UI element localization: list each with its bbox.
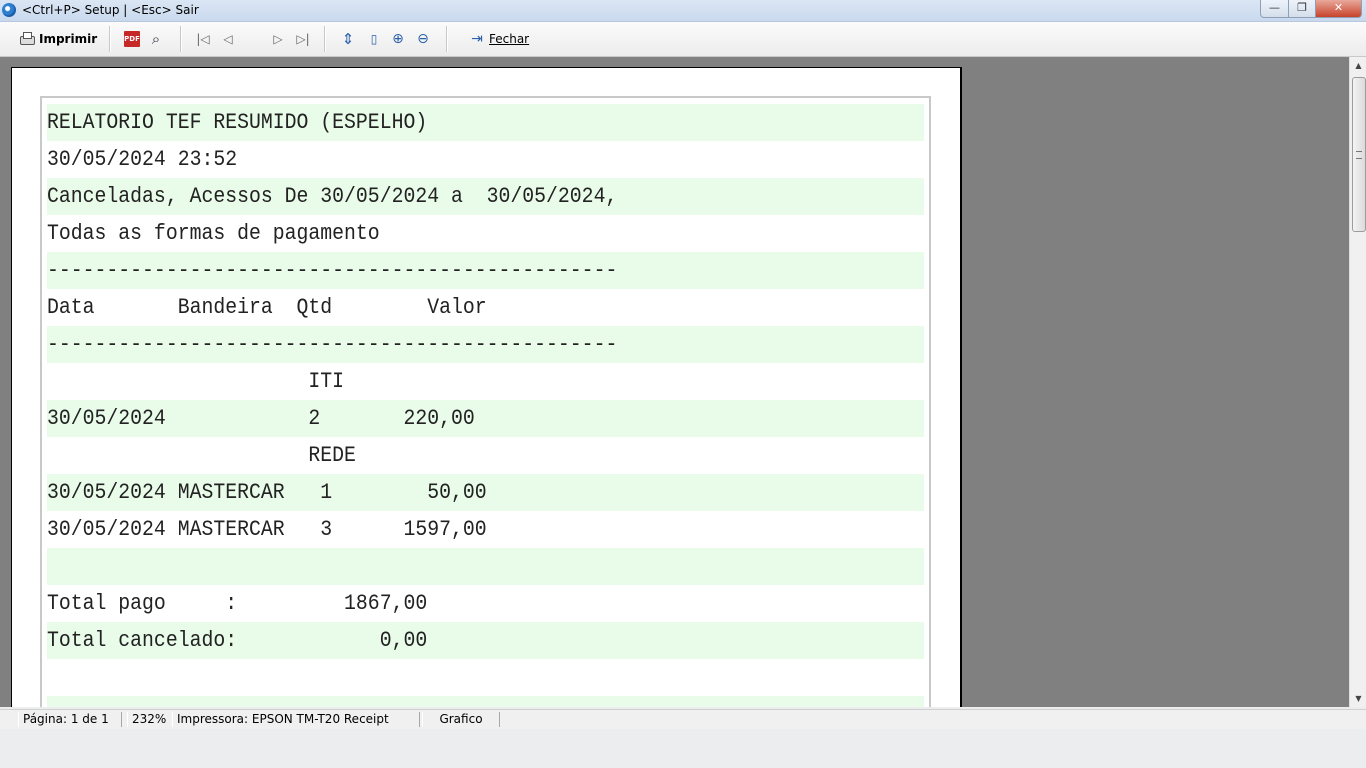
whole-page-icon: ▯ <box>370 32 378 46</box>
report-line: RELATORIO TEF RESUMIDO (ESPELHO) <box>47 110 428 135</box>
next-page-button[interactable]: ▷ <box>270 28 286 50</box>
grip-icon <box>1356 151 1362 159</box>
zoom-in-button[interactable]: ⊕ <box>390 28 406 50</box>
vertical-scrollbar[interactable]: ▲ ▼ <box>1349 57 1366 707</box>
exit-door-icon: ⇥ <box>471 31 483 47</box>
status-mode: Grafico <box>422 712 500 727</box>
report-line: 30/05/2024 MASTERCAR 1 50,00 <box>47 480 487 505</box>
status-page: Página: 1 de 1 <box>18 712 122 727</box>
close-label: Fechar <box>489 32 530 46</box>
toolbar-separator <box>180 26 182 52</box>
find-button[interactable]: ⌕ <box>148 28 164 50</box>
window-bottom <box>0 729 1366 768</box>
whole-page-button[interactable]: ▯ <box>366 28 382 50</box>
report-line: Data Bandeira Qtd Valor <box>47 295 487 320</box>
zoom-out-icon: ⊖ <box>417 31 429 47</box>
report-line <box>47 696 836 707</box>
previous-page-button[interactable]: ◁ <box>220 28 236 50</box>
next-page-icon: ▷ <box>273 32 283 46</box>
title-bar: <Ctrl+P> Setup | <Esc> Sair — ❐ ✕ <box>0 0 1366 22</box>
status-printer: Impressora: EPSON TM-T20 Receipt <box>172 712 420 727</box>
binoculars-icon: ⌕ <box>151 30 161 48</box>
report-line: ITI <box>47 369 345 394</box>
app-icon <box>2 3 16 17</box>
scroll-thumb[interactable] <box>1352 77 1366 232</box>
report-page: RELATORIO TEF RESUMIDO (ESPELHO) 30/05/20… <box>11 67 962 707</box>
previous-page-icon: ◁ <box>223 32 233 46</box>
report-frame: RELATORIO TEF RESUMIDO (ESPELHO) 30/05/20… <box>40 96 931 707</box>
report-line: 30/05/2024 23:52 <box>47 147 238 172</box>
toolbar: Imprimir PDF ⌕ |◁ ◁ ▷ ▷| ⇕ ▯ ⊕ ⊖ ⇥ Fecha… <box>0 22 1366 57</box>
zoom-out-button[interactable]: ⊖ <box>415 28 431 50</box>
first-page-icon: |◁ <box>196 32 210 46</box>
report-line: 30/05/2024 MASTERCAR 3 1597,00 <box>47 517 487 542</box>
status-zoom: 232% <box>127 712 173 727</box>
print-button[interactable]: Imprimir <box>19 28 97 50</box>
last-page-button[interactable]: ▷| <box>295 28 311 50</box>
preview-area[interactable]: RELATORIO TEF RESUMIDO (ESPELHO) 30/05/20… <box>0 57 1349 707</box>
report-line: Todas as formas de pagamento <box>47 221 380 246</box>
report-line <box>47 659 836 696</box>
report-line: REDE <box>47 443 356 468</box>
maximize-button[interactable]: ❐ <box>1288 0 1316 18</box>
report-line: Total cancelado: 0,00 <box>47 628 428 653</box>
toolbar-separator <box>324 26 326 52</box>
toolbar-separator <box>109 26 111 52</box>
last-page-icon: ▷| <box>296 32 310 46</box>
toolbar-separator <box>446 26 448 52</box>
scroll-up-arrow-icon[interactable]: ▲ <box>1350 57 1366 74</box>
pdf-icon: PDF <box>124 31 140 47</box>
report-line: Canceladas, Acessos De 30/05/2024 a 30/0… <box>47 184 618 209</box>
close-window-button[interactable]: ✕ <box>1315 0 1362 18</box>
close-preview-button[interactable]: ⇥ Fechar <box>469 28 529 50</box>
report-line: ----------------------------------------… <box>47 258 618 283</box>
zoom-in-icon: ⊕ <box>392 31 404 47</box>
fit-width-button[interactable]: ⇕ <box>340 28 356 50</box>
minimize-button[interactable]: — <box>1260 0 1289 18</box>
export-pdf-button[interactable]: PDF <box>124 28 140 50</box>
window-title: <Ctrl+P> Setup | <Esc> Sair <box>22 3 199 17</box>
scroll-down-arrow-icon[interactable]: ▼ <box>1350 690 1366 707</box>
first-page-button[interactable]: |◁ <box>195 28 211 50</box>
fit-width-icon: ⇕ <box>341 30 355 48</box>
print-label: Imprimir <box>39 32 98 46</box>
printer-icon <box>19 31 35 47</box>
status-bar: Página: 1 de 1 232% Impressora: EPSON TM… <box>0 709 1366 729</box>
report-line <box>47 548 836 585</box>
report-line: ----------------------------------------… <box>47 332 618 357</box>
report-line: 30/05/2024 2 220,00 <box>47 406 475 431</box>
report-line: Total pago : 1867,00 <box>47 591 428 616</box>
